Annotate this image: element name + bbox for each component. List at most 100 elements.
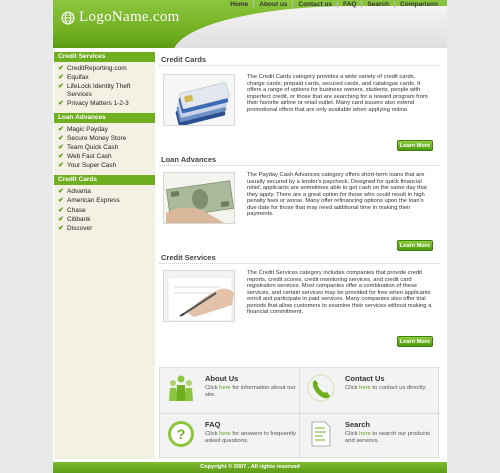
text-suffix: to contact us directly. [370, 385, 427, 391]
sidebar-item[interactable]: ✔ Chase [58, 207, 153, 215]
section-text: The Payday Cash Advances category offers… [247, 172, 427, 217]
about-us-text: Click here for information about our sit… [205, 385, 297, 399]
sidebar-item-label: Advanta [67, 188, 91, 196]
signing-pen-image [163, 270, 235, 322]
sidebar-item-label: Equifax [67, 74, 89, 82]
section-credit-cards: Credit Cards The Credit Cards category p… [159, 56, 439, 151]
cash-image [163, 172, 235, 224]
sidebar-item-label: LifeLock Identity Theft Services [67, 83, 131, 98]
check-icon: ✔ [58, 162, 64, 170]
faq-text: Click here for answers to frequently ask… [205, 431, 297, 445]
learn-more-button[interactable]: Learn More [397, 240, 433, 251]
sidebar-item-label: Your Super Cash [67, 162, 117, 170]
search-block: Search Click here to search our products… [300, 414, 439, 459]
sidebar-item[interactable]: ✔ Advanta [58, 188, 153, 196]
section-title: Credit Cards [159, 56, 439, 66]
footer: Copyright © 2007 . All rights reserved [53, 462, 447, 473]
sidebar-item[interactable]: ✔ Citibank [58, 216, 153, 224]
svg-text:?: ? [177, 426, 186, 442]
sidebar-heading-credit-services: Credit Services [54, 52, 155, 62]
nav-contact-us[interactable]: Contact us [292, 1, 337, 8]
contact-us-block: Contact Us Click here to contact us dire… [300, 368, 439, 413]
faq-link[interactable]: here [219, 431, 231, 437]
search-link[interactable]: here [359, 431, 371, 437]
sidebar-item[interactable]: ✔ American Express [58, 197, 153, 205]
check-icon: ✔ [58, 74, 64, 82]
contact-us-title: Contact Us [345, 374, 385, 383]
nav-search[interactable]: Search [361, 1, 394, 8]
header-swoosh [173, 6, 447, 48]
search-text: Click here to search our products and se… [345, 431, 437, 445]
search-title: Search [345, 420, 371, 429]
sidebar-heading-credit-cards: Credit Cards [54, 175, 155, 186]
sidebar: Credit Services ✔ CreditReporting.com ✔ Eq… [54, 52, 155, 459]
sidebar-item[interactable]: ✔ Privacy Matters 1-2-3 [58, 100, 153, 108]
check-icon: ✔ [58, 134, 64, 142]
sidebar-list-credit-cards: ✔ Advanta ✔ American Express ✔ Chase ✔ Citib… [54, 185, 155, 237]
about-us-title: About Us [205, 374, 239, 383]
section-text: The Credit Services category includes co… [247, 270, 432, 315]
text-prefix: Click [205, 431, 220, 437]
sidebar-item-label: Privacy Matters 1-2-3 [67, 99, 129, 107]
text-prefix: Click [345, 431, 360, 437]
nav-about-us[interactable]: About us [253, 1, 292, 8]
credit-cards-image [163, 74, 235, 126]
check-icon: ✔ [58, 65, 64, 72]
globe-icon [61, 10, 75, 25]
contact-us-link[interactable]: here [359, 385, 371, 391]
logo-text: LogoName.com [79, 9, 180, 25]
sidebar-item[interactable]: ✔ CreditReporting.com [58, 65, 153, 73]
check-icon: ✔ [58, 125, 64, 133]
sidebar-list-credit-services: ✔ CreditReporting.com ✔ Equifax ✔ LifeLock … [54, 62, 155, 113]
faq-title: FAQ [205, 420, 221, 429]
sidebar-item[interactable]: ✔ Equifax [58, 74, 153, 82]
sidebar-item-label: Magic Payday [67, 125, 108, 133]
question-icon: ? [168, 421, 194, 447]
check-icon: ✔ [58, 224, 64, 232]
check-icon: ✔ [58, 153, 64, 161]
sidebar-item-label: American Express [67, 197, 120, 205]
text-prefix: Click [345, 385, 360, 391]
sidebar-item[interactable]: ✔ Secure Money Store [58, 135, 153, 143]
sidebar-item-label: CreditReporting.com [67, 65, 127, 72]
sidebar-item-label: Secure Money Store [67, 134, 127, 142]
document-search-icon [311, 421, 331, 447]
nav-home[interactable]: Home [225, 1, 253, 8]
check-icon: ✔ [58, 99, 64, 107]
nav-comparison[interactable]: Comparison [394, 1, 443, 8]
sidebar-heading-loan-advances: Loan Advances [54, 112, 155, 123]
check-icon: ✔ [58, 215, 64, 223]
phone-icon [307, 374, 335, 402]
section-credit-services: Credit Services The Credit Services cate… [159, 254, 439, 354]
sidebar-item-label: Chase [67, 206, 86, 214]
sidebar-item[interactable]: ✔ Discover [58, 225, 153, 233]
info-grid: About Us Click here for information abou… [159, 367, 440, 459]
section-loan-advances: Loan Advances The Payday Cash Advances c… [159, 156, 439, 260]
people-icon [169, 375, 193, 401]
text-prefix: Click [205, 385, 220, 391]
learn-more-button[interactable]: Learn More [397, 336, 433, 347]
check-icon: ✔ [58, 206, 64, 214]
section-title: Loan Advances [159, 156, 439, 166]
page: LogoName.com Home About us Contact us FA… [53, 0, 447, 473]
learn-more-button[interactable]: Learn More [397, 140, 433, 151]
sidebar-item[interactable]: ✔ Team Quick Cash [58, 144, 153, 152]
about-us-link[interactable]: here [219, 385, 231, 391]
logo[interactable]: LogoName.com [61, 9, 180, 26]
sidebar-item-label: Web Fast Cash [67, 153, 112, 161]
sidebar-item-label: Team Quick Cash [67, 144, 119, 152]
about-us-block: About Us Click here for information abou… [160, 368, 299, 413]
sidebar-item[interactable]: ✔ Web Fast Cash [58, 153, 153, 161]
sidebar-item-label: Citibank [67, 215, 91, 223]
section-text: The Credit Cards category provides a wid… [247, 74, 428, 113]
check-icon: ✔ [58, 144, 64, 152]
section-title: Credit Services [159, 254, 439, 264]
header: LogoName.com Home About us Contact us FA… [53, 0, 447, 48]
nav-faq[interactable]: FAQ [337, 1, 361, 8]
sidebar-item[interactable]: ✔ LifeLock Identity Theft Services [58, 83, 153, 98]
contact-us-text: Click here to contact us directly. [345, 385, 437, 392]
sidebar-item[interactable]: ✔ Magic Payday [58, 126, 153, 134]
sidebar-item-label: Discover [67, 224, 93, 232]
sidebar-item[interactable]: ✔ Your Super Cash [58, 162, 153, 170]
check-icon: ✔ [58, 83, 64, 91]
